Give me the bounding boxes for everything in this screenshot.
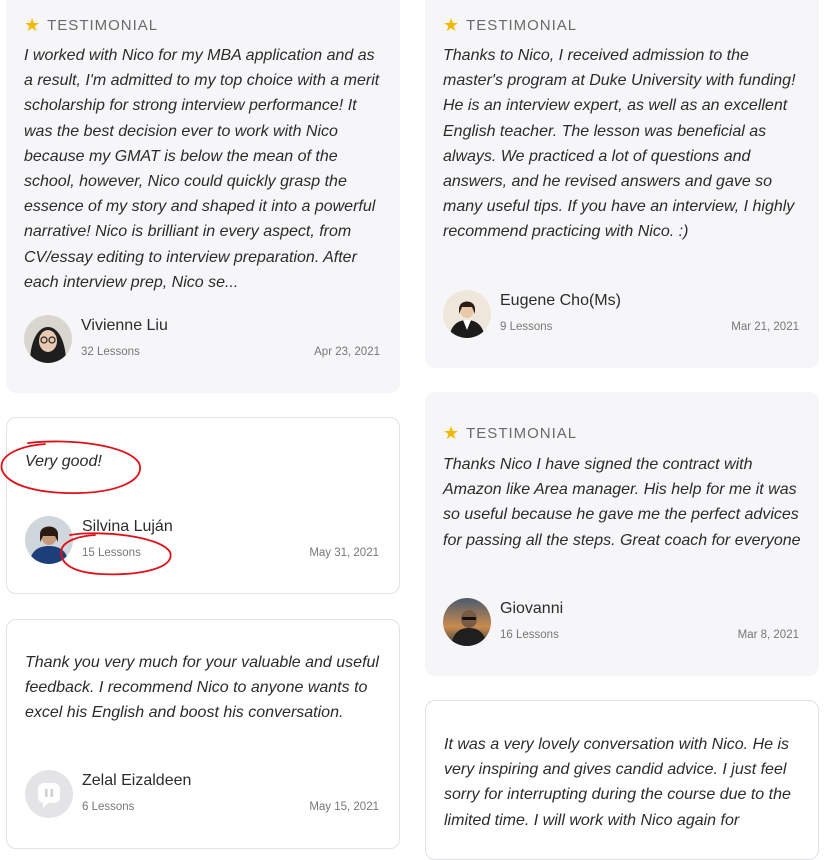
review-author: Zelal Eizaldeen 6 Lessons May 15, 2021 (25, 770, 379, 820)
testimonial-card: ★ TESTIMONIAL Thanks Nico I have signed … (425, 392, 819, 676)
review-text: Very good! (25, 453, 102, 470)
lesson-count: 6 Lessons (82, 801, 135, 813)
testimonial-card: ★ TESTIMONIAL I worked with Nico for my … (6, 0, 400, 393)
testimonial-label: TESTIMONIAL (466, 16, 578, 34)
review-author: Silvina Luján 15 Lessons May 31, 2021 (25, 516, 379, 566)
review-author: Eugene Cho(Ms) 9 Lessons Mar 21, 2021 (443, 290, 799, 340)
review-card: Very good! Silvina Luján 15 Lessons May … (6, 417, 400, 594)
review-date: May 15, 2021 (309, 801, 379, 813)
avatar (443, 598, 491, 646)
review-card: It was a very lovely conversation with N… (425, 700, 819, 860)
lesson-count: 16 Lessons (500, 629, 559, 641)
star-icon: ★ (24, 15, 42, 35)
review-author: Vivienne Liu 32 Lessons Apr 23, 2021 (24, 315, 380, 365)
review-author: Giovanni 16 Lessons Mar 8, 2021 (443, 598, 799, 648)
review-date: Mar 8, 2021 (737, 629, 799, 641)
lesson-count: 15 Lessons (82, 547, 141, 559)
review-text: Thanks Nico I have signed the contract w… (443, 456, 801, 549)
avatar (25, 516, 73, 564)
author-name: Vivienne Liu (81, 317, 168, 334)
avatar (24, 315, 72, 363)
review-date: Mar 21, 2021 (731, 321, 799, 333)
review-text: I worked with Nico for my MBA applicatio… (24, 47, 380, 291)
testimonial-label: TESTIMONIAL (466, 424, 578, 442)
review-text: Thanks to Nico, I received admission to … (443, 47, 796, 241)
review-date: May 31, 2021 (309, 547, 379, 559)
author-name: Silvina Luján (82, 518, 173, 535)
avatar (443, 290, 491, 338)
testimonial-card: ★ TESTIMONIAL Thanks to Nico, I received… (425, 0, 819, 368)
lesson-count: 32 Lessons (81, 346, 140, 358)
author-name: Zelal Eizaldeen (82, 772, 192, 789)
review-text: Thank you very much for your valuable an… (25, 654, 379, 722)
star-icon: ★ (443, 15, 461, 35)
author-name: Giovanni (500, 600, 564, 617)
lesson-count: 9 Lessons (500, 321, 553, 333)
author-name: Eugene Cho(Ms) (500, 292, 621, 309)
testimonial-label: TESTIMONIAL (47, 16, 159, 34)
testimonial-tag: ★ TESTIMONIAL (443, 16, 577, 34)
testimonial-tag: ★ TESTIMONIAL (443, 424, 577, 442)
star-icon: ★ (443, 423, 461, 443)
review-text: It was a very lovely conversation with N… (444, 736, 791, 829)
review-date: Apr 23, 2021 (314, 346, 380, 358)
avatar (25, 770, 73, 818)
review-card: Thank you very much for your valuable an… (6, 619, 400, 849)
testimonial-tag: ★ TESTIMONIAL (24, 16, 158, 34)
